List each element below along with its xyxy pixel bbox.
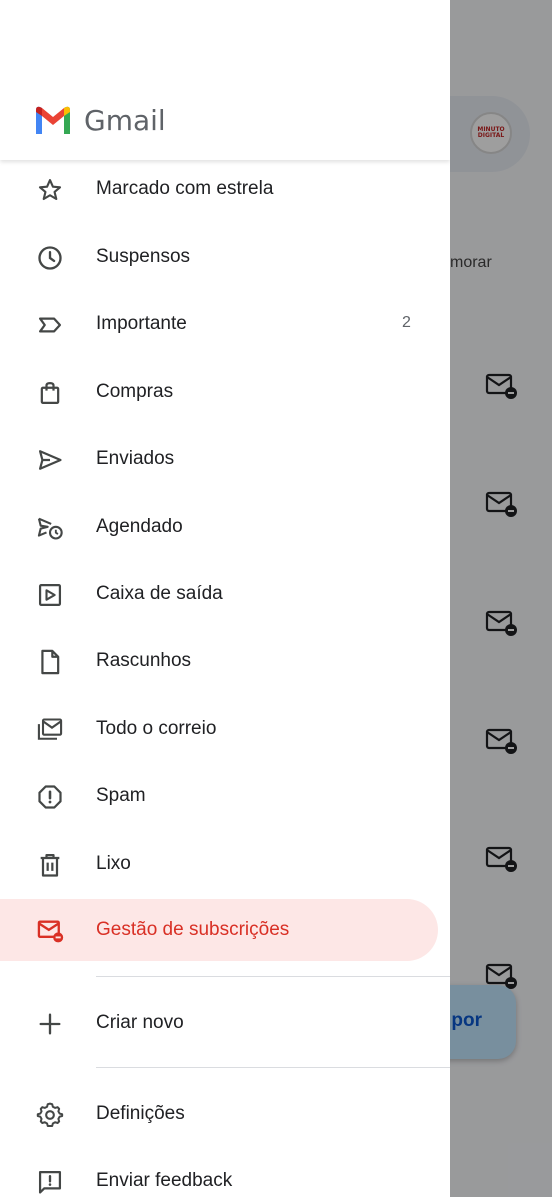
outbox-icon [36, 581, 64, 609]
nav-item-label: Spam [96, 785, 146, 806]
nav-item-spam[interactable]: Spam [0, 765, 438, 827]
nav-item-trash[interactable]: Lixo [0, 833, 438, 895]
drawer-header: Gmail [0, 0, 450, 160]
nav-item-label: Agendado [96, 516, 183, 537]
navigation-drawer: Gmail Marcado com estrela Suspensos Impo… [0, 0, 450, 1197]
all-mail-icon [36, 716, 64, 744]
subscriptions-icon [36, 917, 64, 945]
nav-item-label: Compras [96, 381, 174, 402]
nav-item-label: Criar novo [96, 1012, 184, 1033]
trash-icon [36, 851, 64, 879]
gmail-logo-icon [36, 106, 70, 134]
spam-icon [36, 783, 64, 811]
gear-icon [36, 1101, 64, 1129]
nav-item-label: Importante [96, 313, 187, 334]
nav-item-label: Caixa de saída [96, 583, 223, 604]
draft-icon [36, 648, 64, 676]
unread-count: 2 [402, 314, 411, 331]
nav-item-starred[interactable]: Marcado com estrela [0, 158, 438, 220]
clock-icon [36, 244, 64, 272]
feedback-icon [36, 1168, 64, 1196]
send-icon [36, 446, 64, 474]
nav-item-important[interactable]: Importante 2 [0, 293, 438, 355]
nav-item-label: Marcado com estrela [96, 178, 274, 199]
app-title: Gmail [84, 104, 166, 137]
shopping-bag-icon [36, 379, 64, 407]
nav-item-send-feedback[interactable]: Enviar feedback [0, 1150, 438, 1197]
nav-item-label: Rascunhos [96, 650, 192, 671]
label-important-icon [36, 311, 64, 339]
nav-item-manage-subscriptions[interactable]: Gestão de subscrições [0, 899, 438, 961]
nav-item-label: Todo o correio [96, 718, 217, 739]
nav-item-label: Enviar feedback [96, 1170, 233, 1191]
nav-item-label: Definições [96, 1103, 185, 1124]
nav-item-all-mail[interactable]: Todo o correio [0, 698, 438, 760]
nav-item-settings[interactable]: Definições [0, 1083, 438, 1145]
plus-icon [36, 1010, 64, 1038]
nav-item-label: Gestão de subscrições [96, 919, 290, 940]
nav-item-label: Lixo [96, 853, 131, 874]
nav-item-label: Suspensos [96, 246, 191, 267]
nav-item-drafts[interactable]: Rascunhos [0, 630, 438, 692]
section-divider [96, 1067, 450, 1068]
nav-item-outbox[interactable]: Caixa de saída [0, 563, 438, 625]
nav-item-sent[interactable]: Enviados [0, 428, 438, 490]
nav-item-purchases[interactable]: Compras [0, 361, 438, 423]
create-new-label-button[interactable]: Criar novo [0, 992, 438, 1054]
schedule-send-icon [36, 514, 64, 542]
star-icon [36, 176, 64, 204]
nav-item-label: Enviados [96, 448, 175, 469]
nav-item-scheduled[interactable]: Agendado [0, 496, 438, 558]
nav-item-snoozed[interactable]: Suspensos [0, 226, 438, 288]
section-divider [96, 976, 450, 977]
